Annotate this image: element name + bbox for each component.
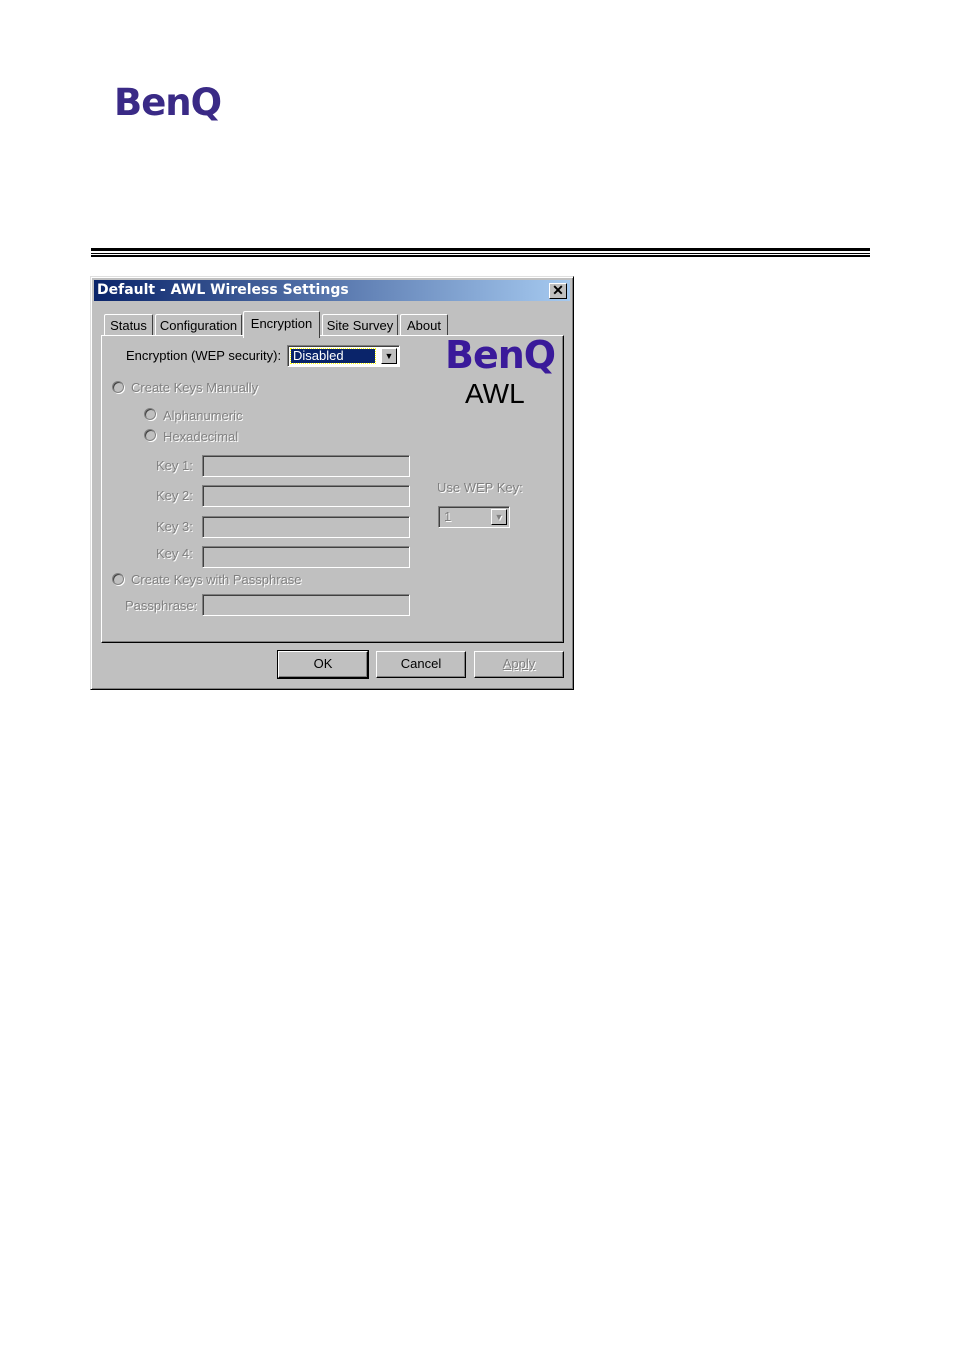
encryption-panel: Encryption (WEP security): Disabled ▼ Be…: [101, 335, 564, 643]
create-keys-passphrase-radio[interactable]: [112, 573, 124, 585]
header-rule: [91, 253, 870, 254]
awl-product-label: AWL: [465, 378, 525, 409]
chevron-down-icon[interactable]: ▼: [491, 509, 507, 525]
passphrase-label: Passphrase:: [125, 598, 198, 613]
tab-configuration[interactable]: Configuration: [155, 314, 242, 336]
hexadecimal-radio[interactable]: [144, 429, 156, 441]
create-keys-manually-radio[interactable]: [112, 381, 124, 393]
wep-security-value: Disabled: [290, 348, 376, 364]
tab-label: Site Survey: [326, 318, 394, 333]
wep-security-select[interactable]: Disabled ▼: [287, 345, 400, 367]
close-icon: ✕: [552, 282, 564, 298]
tab-label: Encryption: [250, 316, 313, 331]
create-keys-manually-label: Create Keys Manually: [131, 380, 259, 395]
benq-logo: BenQ: [114, 81, 222, 124]
key-1-input[interactable]: [202, 455, 410, 477]
tab-status[interactable]: Status: [104, 314, 153, 336]
hexadecimal-label: Hexadecimal: [163, 429, 239, 444]
key-2-input[interactable]: [202, 485, 410, 507]
use-wep-key-value: 1: [444, 509, 452, 524]
tab-encryption[interactable]: Encryption: [243, 311, 320, 338]
create-keys-passphrase-label: Create Keys with Passphrase: [131, 572, 302, 587]
use-wep-key-label: Use WEP Key:: [437, 480, 523, 495]
tab-label: Status: [110, 318, 147, 333]
passphrase-input[interactable]: [202, 594, 410, 616]
dialog-title: Default - AWL Wireless Settings: [97, 282, 349, 298]
apply-button[interactable]: Apply: [474, 651, 564, 678]
tab-site-survey[interactable]: Site Survey: [322, 314, 398, 336]
ok-button[interactable]: OK: [277, 650, 369, 679]
use-wep-key-select[interactable]: 1 ▼: [438, 506, 510, 528]
key-4-input[interactable]: [202, 546, 410, 568]
key-4-label: Key 4:: [156, 546, 193, 561]
awl-settings-dialog: Default - AWL Wireless Settings ✕ Status…: [90, 276, 574, 690]
key-3-input[interactable]: [202, 516, 410, 538]
dialog-titlebar[interactable]: Default - AWL Wireless Settings ✕: [94, 280, 570, 301]
tab-label: Configuration: [159, 318, 238, 333]
header-rule: [91, 248, 870, 251]
alphanumeric-radio[interactable]: [144, 408, 156, 420]
key-2-label: Key 2:: [156, 488, 193, 503]
key-1-label: Key 1:: [156, 458, 193, 473]
wep-security-label: Encryption (WEP security):: [126, 348, 282, 363]
benq-brand-logo: BenQ: [445, 333, 556, 377]
close-button[interactable]: ✕: [549, 283, 567, 299]
tab-about[interactable]: About: [400, 314, 448, 336]
cancel-button[interactable]: Cancel: [376, 651, 466, 678]
tab-label: About: [407, 318, 441, 333]
key-3-label: Key 3:: [156, 519, 193, 534]
alphanumeric-label: Alphanumeric: [163, 408, 243, 423]
chevron-down-icon[interactable]: ▼: [381, 348, 397, 364]
header-rule: [91, 255, 870, 257]
